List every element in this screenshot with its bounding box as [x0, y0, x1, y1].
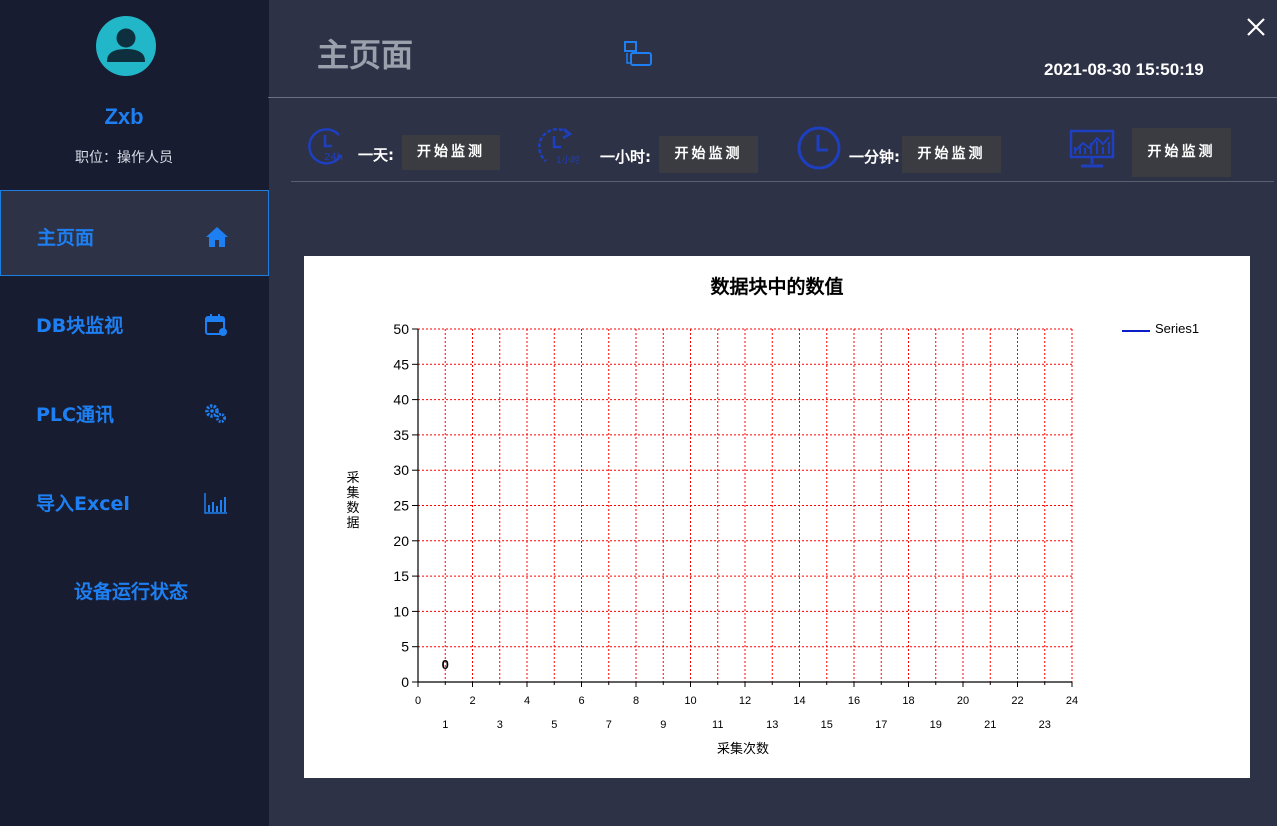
sidebar-item-label: PLC通讯 [36, 404, 114, 426]
chart-panel: 0 5 10 15 20 25 30 35 40 45 50 0 1 2 3 4 5 6 7 8 9 10 11 12 13 14… [304, 256, 1250, 778]
y-tick-label: 25 [393, 498, 409, 514]
monitor-chart-icon [1069, 129, 1115, 168]
hour-icon-text: 1小时 [556, 154, 580, 166]
x-tick-label: 18 [902, 695, 914, 707]
x-tick-label: 24 [1066, 695, 1078, 707]
y-tick-label: 5 [401, 639, 409, 655]
data-label: 0 [442, 657, 449, 672]
sidebar-item-label: 设备运行状态 [73, 581, 188, 603]
hour-label: 一小时: [600, 148, 651, 166]
y-tick-label: 10 [393, 603, 409, 619]
x-tick-label: 3 [497, 719, 503, 731]
x-tick-label: 4 [524, 695, 530, 707]
y-tick-label: 45 [393, 356, 409, 372]
legend-label: Series1 [1155, 321, 1200, 336]
x-tick-label: 9 [660, 719, 666, 731]
bar-chart-icon [204, 493, 227, 514]
current-datetime: 2021-08-30 15:50:19 [1044, 60, 1204, 79]
username: Zxb [104, 104, 144, 129]
page-title: 主页面 [317, 36, 414, 74]
y-tick-label: 50 [393, 321, 409, 337]
sidebar-item-db-monitor[interactable]: DB块监视 [0, 279, 269, 365]
sidebar-item-plc[interactable]: PLC通讯 [0, 368, 269, 454]
x-tick-label: 12 [739, 695, 751, 707]
x-tick-label: 8 [633, 695, 639, 707]
home-icon [206, 227, 228, 247]
x-tick-label: 23 [1039, 719, 1051, 731]
sidebar-item-home[interactable]: 主页面 [0, 190, 269, 276]
clock-24h-icon: 24h [308, 128, 343, 165]
x-tick-label: 22 [1011, 695, 1023, 707]
x-tick-label: 7 [606, 719, 612, 731]
y-tick-label: 20 [393, 533, 409, 549]
sidebar-item-label: DB块监视 [36, 315, 124, 337]
legend-swatch [1122, 330, 1150, 332]
x-tick-label: 0 [415, 695, 421, 707]
line-chart: 0510152025303540455001234567891011121314… [393, 321, 1078, 731]
x-tick-label: 11 [712, 719, 723, 731]
x-tick-label: 1 [442, 719, 448, 731]
x-tick-label: 19 [930, 719, 942, 731]
day-label: 一天: [358, 146, 394, 164]
clock-1h-icon: 1小时 [537, 127, 580, 166]
header-divider [268, 97, 1277, 98]
minute-label: 一分钟: [849, 148, 900, 166]
y-tick-label: 35 [393, 427, 409, 443]
x-tick-label: 17 [875, 719, 887, 731]
x-tick-label: 2 [469, 695, 475, 707]
chart-title: 数据块中的数值 [710, 276, 844, 298]
start-day-monitor-button[interactable]: 开始监测 [402, 135, 500, 170]
y-tick-label: 0 [401, 674, 409, 690]
x-tick-label: 14 [793, 695, 805, 707]
day-icon-text: 24h [324, 152, 343, 163]
y-axis-label: 采集数据 [346, 471, 360, 531]
x-tick-label: 21 [984, 719, 996, 731]
user-role: 职位：操作人员 [75, 150, 173, 166]
x-tick-label: 16 [848, 695, 860, 707]
y-tick-label: 15 [393, 568, 409, 584]
sidebar: Zxb 职位：操作人员 主页面 DB块监视 PLC通讯 导入Excel 设备运行… [0, 0, 269, 826]
close-icon[interactable] [1244, 15, 1268, 39]
x-tick-label: 6 [578, 695, 584, 707]
sidebar-item-device-status[interactable]: 设备运行状态 [0, 545, 269, 631]
x-tick-label: 13 [766, 719, 778, 731]
x-tick-label: 10 [684, 695, 696, 707]
user-avatar-icon [96, 16, 156, 76]
clock-icon [797, 126, 841, 170]
gears-icon [205, 404, 226, 423]
start-hour-monitor-button[interactable]: 开始监测 [659, 136, 758, 173]
sidebar-item-import-excel[interactable]: 导入Excel [0, 457, 269, 543]
x-axis-label: 采集次数 [716, 742, 769, 757]
y-tick-label: 40 [393, 392, 409, 408]
x-tick-label: 15 [821, 719, 833, 731]
x-tick-label: 5 [551, 719, 557, 731]
start-monitor-button[interactable]: 开始监测 [1132, 128, 1231, 177]
x-tick-label: 20 [957, 695, 969, 707]
window-switch-icon[interactable] [622, 41, 654, 69]
y-tick-label: 30 [393, 462, 409, 478]
sidebar-item-label: 主页面 [37, 227, 95, 249]
toolbar-divider [291, 181, 1274, 182]
sidebar-item-label: 导入Excel [36, 493, 130, 515]
calendar-icon [205, 314, 227, 336]
start-minute-monitor-button[interactable]: 开始监测 [902, 136, 1001, 173]
